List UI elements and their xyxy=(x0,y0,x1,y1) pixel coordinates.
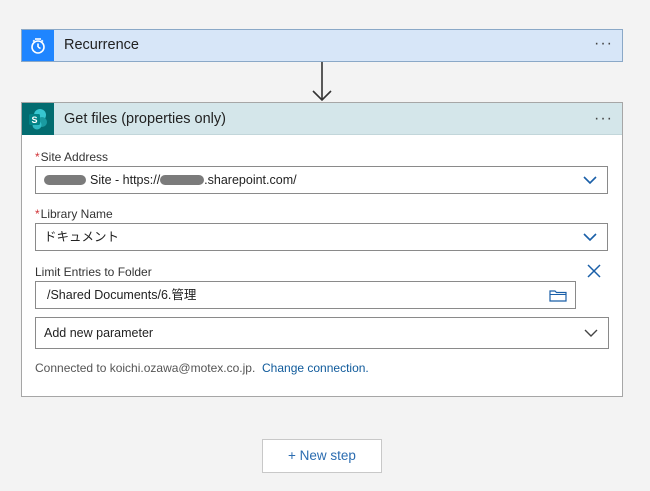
redacted-mark xyxy=(44,174,86,185)
chevron-down-icon[interactable] xyxy=(583,233,597,242)
chevron-down-icon[interactable] xyxy=(583,176,597,185)
clock-icon xyxy=(22,30,54,61)
library-name-label: *Library Name xyxy=(35,207,113,221)
site-address-label: *Site Address xyxy=(35,150,109,164)
get-files-more-button[interactable]: ··· xyxy=(594,109,613,129)
get-files-header[interactable]: S Get files (properties only) ··· xyxy=(22,103,622,135)
change-connection-link[interactable]: Change connection. xyxy=(262,361,369,375)
get-files-card: S Get files (properties only) ··· *Site … xyxy=(21,102,623,397)
required-marker: * xyxy=(35,207,40,221)
limit-folder-input[interactable]: /Shared Documents/6.管理 xyxy=(35,281,576,309)
svg-text:S: S xyxy=(31,115,37,125)
limit-folder-label: Limit Entries to Folder xyxy=(35,265,152,279)
connection-text: Connected to koichi.ozawa@motex.co.jp. xyxy=(35,361,256,375)
folder-picker-icon[interactable] xyxy=(549,289,567,302)
required-marker: * xyxy=(35,150,40,164)
recurrence-card[interactable]: Recurrence ··· xyxy=(21,29,623,62)
remove-parameter-icon[interactable] xyxy=(587,264,601,278)
chevron-down-icon[interactable] xyxy=(584,329,598,338)
sharepoint-icon: S xyxy=(22,103,54,135)
library-name-dropdown[interactable]: ドキュメント xyxy=(35,223,608,251)
site-address-dropdown[interactable]: Site - https://.sharepoint.com/ xyxy=(35,166,608,194)
new-step-button[interactable]: + New step xyxy=(262,439,382,473)
get-files-title: Get files (properties only) xyxy=(64,111,226,127)
add-new-parameter-dropdown[interactable]: Add new parameter xyxy=(35,317,609,349)
recurrence-more-button[interactable]: ··· xyxy=(594,34,613,54)
recurrence-title: Recurrence xyxy=(64,37,139,53)
down-arrow-icon xyxy=(312,62,332,102)
redacted-mark xyxy=(160,174,205,185)
